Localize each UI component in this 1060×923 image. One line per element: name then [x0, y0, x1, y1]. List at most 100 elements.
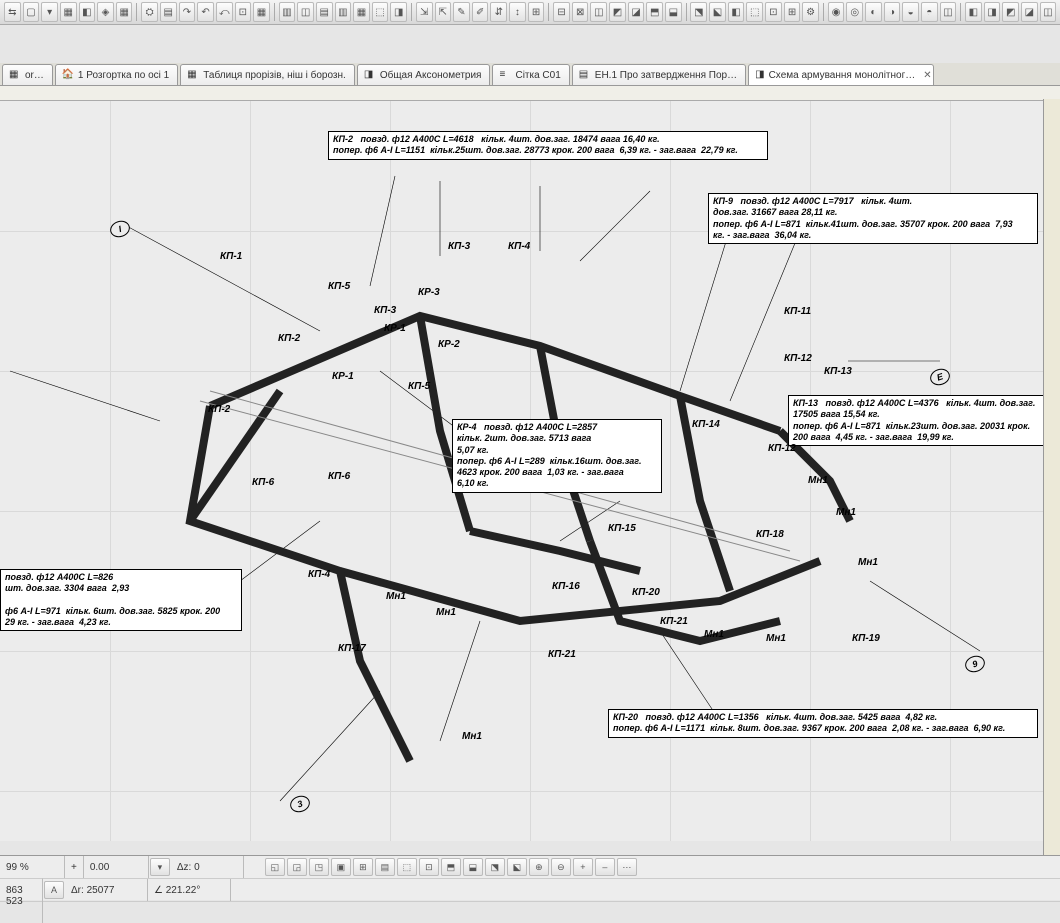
toolbar-button[interactable]: ◪ — [1021, 2, 1038, 22]
tab-icon: ▤ — [579, 69, 591, 81]
toolbar-button[interactable]: ◪ — [628, 2, 645, 22]
toolbar-button[interactable]: ◨ — [984, 2, 1001, 22]
toolbar-button[interactable]: ✐ — [472, 2, 489, 22]
toolbar-button[interactable]: ◧ — [79, 2, 96, 22]
toolbar-button[interactable]: ↶ — [197, 2, 214, 22]
toolbar-button[interactable]: ◐ — [865, 2, 882, 22]
zoom-down-icon[interactable]: ▾ — [150, 858, 170, 876]
toolbar-button[interactable]: ↷ — [179, 2, 196, 22]
status-tool-button[interactable]: – — [595, 858, 615, 876]
toolbar-button[interactable]: ⛭ — [141, 2, 158, 22]
toolbar-button[interactable]: ◩ — [1002, 2, 1019, 22]
toolbar-button[interactable]: ⇵ — [490, 2, 507, 22]
toolbar-button[interactable]: ◈ — [97, 2, 114, 22]
tag-mn1a: Мн1 — [808, 475, 828, 486]
toolbar-button[interactable]: ▦ — [353, 2, 370, 22]
toolbar-button[interactable]: ◫ — [1040, 2, 1057, 22]
tag-kp5b: КП-5 — [408, 381, 430, 392]
toolbar-button[interactable]: ⊞ — [528, 2, 545, 22]
tag-mn1b: Мн1 — [836, 507, 856, 518]
toolbar-button[interactable]: ⬚ — [746, 2, 763, 22]
toolbar-button[interactable]: ⤺ — [216, 2, 233, 22]
view-tab[interactable]: ▦Таблиця прорізів, ніш і борозн. — [180, 64, 355, 85]
toolbar-button[interactable]: ↕ — [509, 2, 526, 22]
view-tab[interactable]: ▦or… — [2, 64, 53, 85]
status-tool-button[interactable]: ⊕ — [529, 858, 549, 876]
view-tab[interactable]: ◨ Общая Аксонометрия — [357, 64, 491, 85]
toolbar-button[interactable]: ▦ — [116, 2, 133, 22]
status-tool-button[interactable]: ⊖ — [551, 858, 571, 876]
tab-icon: ◨ — [755, 69, 764, 81]
status-tool-button[interactable]: ▣ — [331, 858, 351, 876]
status-tool-button[interactable]: ◱ — [265, 858, 285, 876]
toolbar-button[interactable]: ⬕ — [709, 2, 726, 22]
toolbar-button[interactable]: ◫ — [297, 2, 314, 22]
tag-mn1h: Мн1 — [386, 591, 406, 602]
status-tool-button[interactable]: ⋯ — [617, 858, 637, 876]
toolbar-button[interactable]: ⚙ — [802, 2, 819, 22]
toolbar-button[interactable]: ⊞ — [784, 2, 801, 22]
toolbar-button[interactable]: ⇆ — [4, 2, 21, 22]
toolbar-button[interactable]: ⬓ — [665, 2, 682, 22]
toolbar-button[interactable]: ⊡ — [235, 2, 252, 22]
status-tool-button[interactable]: ⬔ — [485, 858, 505, 876]
status-tool-button[interactable]: ⊞ — [353, 858, 373, 876]
toolbar-button[interactable]: ◫ — [940, 2, 957, 22]
toolbar-button[interactable]: ⬚ — [372, 2, 389, 22]
toolbar-button[interactable]: ▥ — [335, 2, 352, 22]
status-tool-button[interactable]: ◲ — [287, 858, 307, 876]
status-tool-button[interactable]: ⬒ — [441, 858, 461, 876]
status-tool-button[interactable]: ⊡ — [419, 858, 439, 876]
font-icon[interactable]: A — [44, 881, 64, 899]
view-tab[interactable]: 🏠1 Розгортка по осі 1 — [55, 64, 178, 85]
toolbar-button[interactable]: ⊠ — [572, 2, 589, 22]
tag-kr3b: КП-3 — [374, 305, 396, 316]
toolbar-button[interactable]: ▦ — [253, 2, 270, 22]
callout-kp4: КР-4 повзд. ф12 А400С L=2857 кільк. 2шт.… — [452, 419, 662, 493]
toolbar-button[interactable]: ⬔ — [690, 2, 707, 22]
status-tool-button[interactable]: ⬚ — [397, 858, 417, 876]
close-icon[interactable]: ✕ — [923, 70, 931, 81]
toolbar-button[interactable]: ◉ — [828, 2, 845, 22]
toolbar-button[interactable]: ◓ — [921, 2, 938, 22]
main-toolbar: ⇆▢▾▦◧◈▦⛭▤↷↶⤺⊡▦▥◫▤▥▦⬚◨⇲⇱✎✐⇵↕⊞⊟⊠◫◩◪⬒⬓⬔⬕◧⬚⊡… — [0, 0, 1060, 25]
toolbar-button[interactable]: ◑ — [884, 2, 901, 22]
view-tab[interactable]: ≡Сітка С01 — [492, 64, 569, 85]
view-tab[interactable]: ◨Схема армування монолітног…✕ — [748, 64, 934, 85]
toolbar-button[interactable]: ◧ — [965, 2, 982, 22]
tag-kr1: КР-1 — [332, 371, 354, 382]
toolbar-button[interactable]: ⊟ — [553, 2, 570, 22]
toolbar-button[interactable]: ◎ — [846, 2, 863, 22]
toolbar-button[interactable]: ▢ — [23, 2, 40, 22]
toolbar-button[interactable]: ▥ — [279, 2, 296, 22]
tag-kp4t: КП-4 — [508, 241, 530, 252]
zoom-level[interactable]: 99 % — [0, 856, 65, 878]
toolbar-button[interactable]: ⊡ — [765, 2, 782, 22]
toolbar-button[interactable]: ◒ — [902, 2, 919, 22]
toolbar-button[interactable]: ◫ — [590, 2, 607, 22]
toolbar-button[interactable]: ✎ — [453, 2, 470, 22]
toolbar-button[interactable]: ◨ — [390, 2, 407, 22]
vertical-scrollbar[interactable] — [1043, 99, 1060, 856]
tab-icon: ◨ — [364, 69, 376, 81]
status-tool-button[interactable]: ⬓ — [463, 858, 483, 876]
view-tab[interactable]: ▤ЕН.1 Про затвердження Пор… — [572, 64, 746, 85]
status-tool-button[interactable]: ◳ — [309, 858, 329, 876]
toolbar-button[interactable]: ⇲ — [416, 2, 433, 22]
view-tabbar: ▦or…🏠1 Розгортка по осі 1▦Таблиця проріз… — [0, 63, 1060, 86]
toolbar-button[interactable]: ▾ — [41, 2, 58, 22]
status-tool-button[interactable]: ▤ — [375, 858, 395, 876]
drawing-canvas[interactable]: КП-2 повзд. ф12 А400С L=4618 кільк. 4шт.… — [0, 101, 1060, 841]
status-tool-button[interactable]: ⬕ — [507, 858, 527, 876]
toolbar-button[interactable]: ⬒ — [646, 2, 663, 22]
zoom-in-button[interactable]: + — [65, 856, 84, 878]
toolbar-button[interactable]: ▤ — [316, 2, 333, 22]
toolbar-button[interactable]: ◧ — [728, 2, 745, 22]
toolbar-button[interactable]: ▦ — [60, 2, 77, 22]
tab-label: Общая Аксонометрия — [380, 70, 482, 81]
toolbar-button[interactable]: ⇱ — [435, 2, 452, 22]
status-bar: 99 % + 0.00 ▾ Δz: 0 ◱◲◳▣⊞▤⬚⊡⬒⬓⬔⬕⊕⊖+–⋯ 86… — [0, 855, 1060, 900]
toolbar-button[interactable]: ▤ — [160, 2, 177, 22]
status-tool-button[interactable]: + — [573, 858, 593, 876]
toolbar-button[interactable]: ◩ — [609, 2, 626, 22]
